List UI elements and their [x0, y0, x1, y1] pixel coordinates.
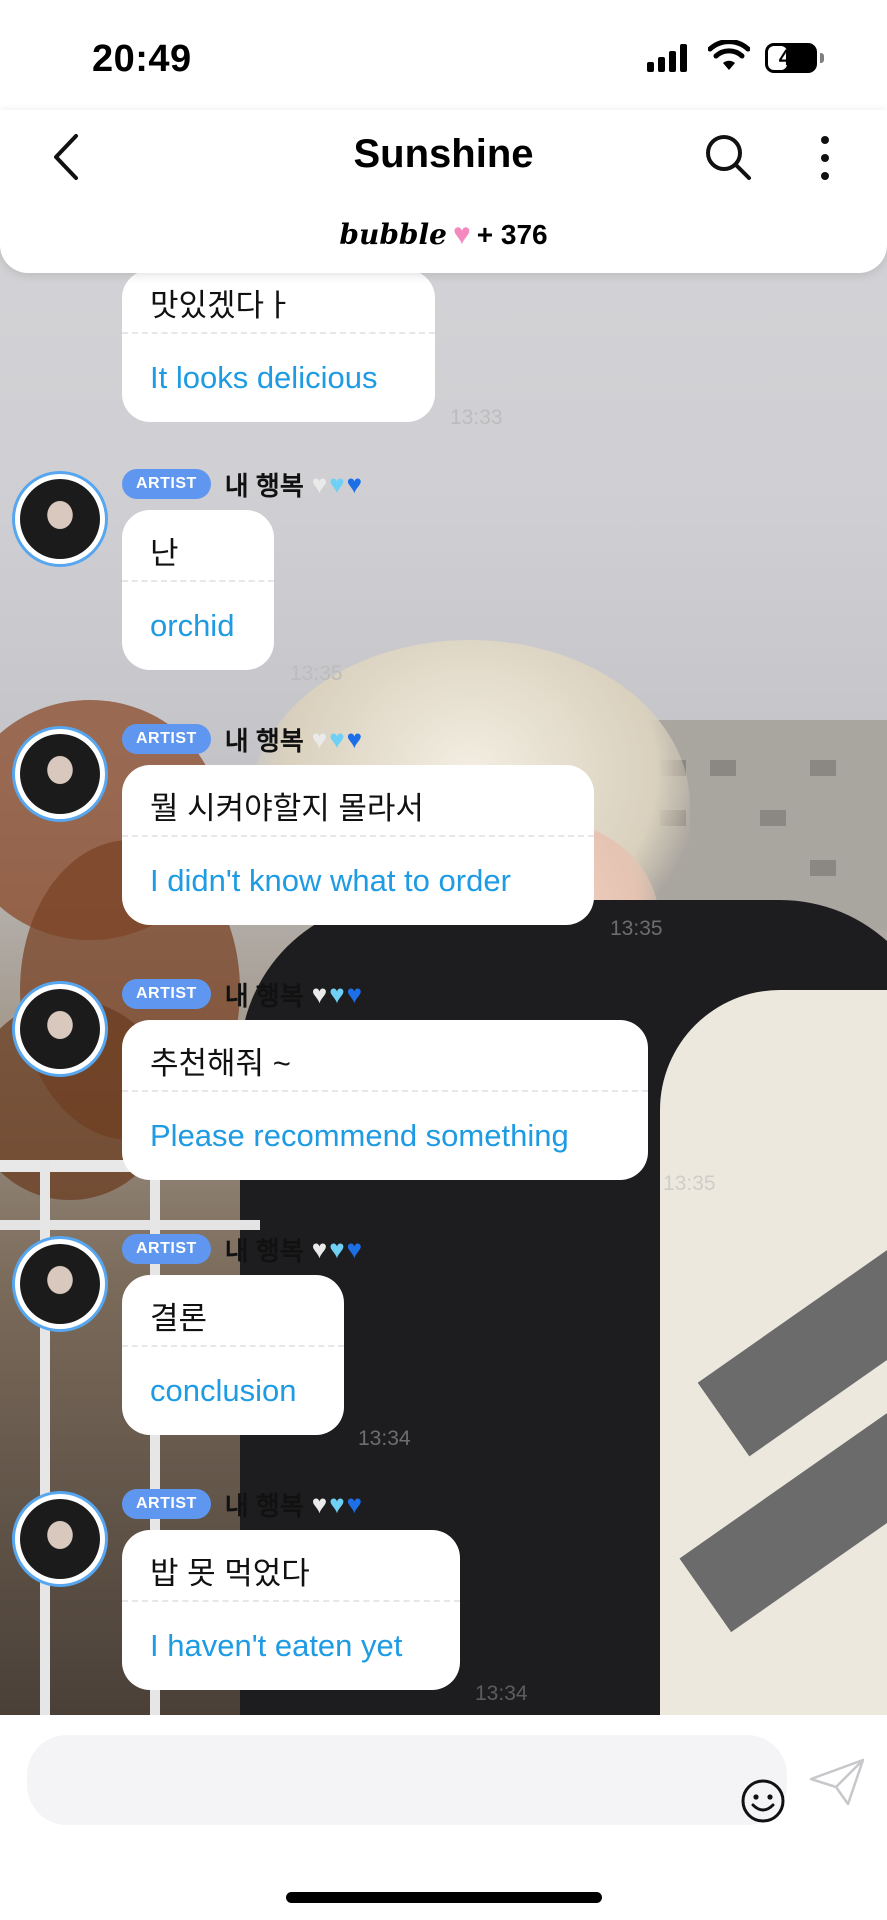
wifi-icon	[708, 40, 750, 70]
sender-meta: ARTIST 내 행복 ♥♥♥	[122, 1232, 364, 1266]
artist-badge: ARTIST	[122, 1489, 211, 1519]
message-korean: 밥 못 먹었다	[150, 1556, 310, 1591]
home-indicator	[286, 1892, 602, 1903]
status-time: 20:49	[92, 38, 192, 80]
bubble-brand-logo: bubble	[339, 218, 447, 251]
avatar[interactable]	[12, 1491, 108, 1587]
message-bubble[interactable]: 추천해줘 ~ Please recommend something	[122, 1020, 648, 1180]
message-translation: I haven't eaten yet	[150, 1628, 403, 1663]
hearts-icon: ♥♥♥	[311, 723, 365, 754]
message-timestamp: 13:35	[663, 1172, 716, 1195]
sender-meta: ARTIST 내 행복 ♥♥♥	[122, 722, 364, 756]
message-timestamp: 13:34	[358, 1427, 411, 1450]
battery-icon: 41	[765, 43, 824, 73]
message-translation: It looks delicious	[150, 360, 378, 395]
message-korean: 맛있겠다ㅏ	[150, 288, 293, 323]
message-timestamp: 13:34	[475, 1682, 528, 1705]
sender-name: 내 행복	[224, 980, 304, 1011]
member-count: + 376	[476, 219, 548, 250]
pink-heart-icon: ♥	[452, 218, 471, 251]
sender-meta: ARTIST 내 행복 ♥♥♥	[122, 467, 364, 501]
message-korean: 추천해줘 ~	[150, 1046, 291, 1081]
message-korean: 난	[150, 536, 179, 571]
send-icon[interactable]	[808, 1757, 866, 1807]
message-timestamp: 13:35	[290, 662, 343, 685]
message-bubble[interactable]: 뭘 시켜야할지 몰라서 I didn't know what to order	[122, 765, 594, 925]
cellular-signal-icon	[647, 44, 691, 72]
search-icon[interactable]	[704, 133, 752, 181]
message-translation: Please recommend something	[150, 1118, 569, 1153]
sender-name: 내 행복	[224, 1490, 304, 1521]
avatar[interactable]	[12, 981, 108, 1077]
sender-name: 내 행복	[224, 470, 304, 501]
hearts-icon: ♥♥♥	[311, 468, 365, 499]
message-korean: 결론	[150, 1301, 208, 1336]
message-composer	[0, 1715, 887, 1920]
hearts-icon: ♥♥♥	[311, 1488, 365, 1519]
message-korean: 뭘 시켜야할지 몰라서	[150, 791, 424, 826]
sender-meta: ARTIST 내 행복 ♥♥♥	[122, 977, 364, 1011]
message-bubble[interactable]: 밥 못 먹었다 I haven't eaten yet	[122, 1530, 460, 1690]
message-input[interactable]	[27, 1735, 787, 1825]
message-translation: orchid	[150, 608, 235, 643]
status-bar: 20:49 41	[0, 0, 887, 110]
avatar[interactable]	[12, 471, 108, 567]
artist-badge: ARTIST	[122, 979, 211, 1009]
emoji-icon[interactable]	[740, 1778, 786, 1824]
artist-badge: ARTIST	[122, 469, 211, 499]
battery-percent: 41	[778, 45, 804, 70]
artist-badge: ARTIST	[122, 724, 211, 754]
avatar[interactable]	[12, 726, 108, 822]
sender-name: 내 행복	[224, 725, 304, 756]
page-title: Sunshine	[353, 132, 534, 176]
chat-header: Sunshine bubble ♥ + 376	[0, 110, 887, 273]
hearts-icon: ♥♥♥	[311, 1233, 365, 1264]
subscriber-info: bubble ♥ + 376	[0, 218, 887, 252]
message-bubble[interactable]: 결론 conclusion	[122, 1275, 344, 1435]
message-translation: conclusion	[150, 1373, 297, 1408]
artist-badge: ARTIST	[122, 1234, 211, 1264]
more-vertical-icon[interactable]	[810, 134, 840, 182]
message-bubble[interactable]: 난 orchid	[122, 510, 274, 670]
message-timestamp: 13:35	[610, 917, 663, 940]
message-timestamp: 13:33	[450, 406, 503, 429]
avatar[interactable]	[12, 1236, 108, 1332]
sender-meta: ARTIST 내 행복 ♥♥♥	[122, 1487, 364, 1521]
hearts-icon: ♥♥♥	[311, 978, 365, 1009]
message-bubble[interactable]: 맛있겠다ㅏ It looks delicious	[122, 270, 435, 422]
sender-name: 내 행복	[224, 1235, 304, 1266]
message-translation: I didn't know what to order	[150, 863, 511, 898]
